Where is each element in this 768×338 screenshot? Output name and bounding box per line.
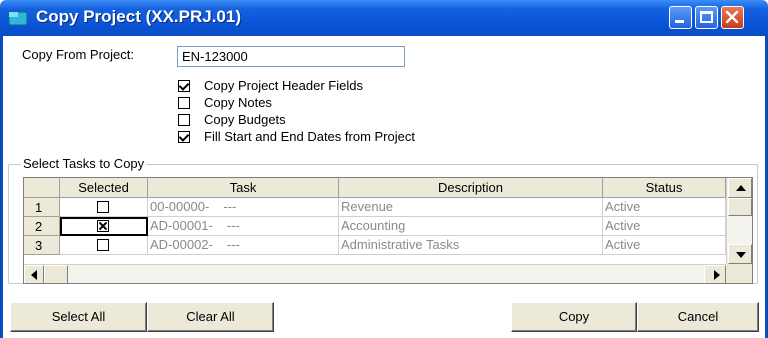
title-bar[interactable]: Copy Project (XX.PRJ.01) (0, 0, 768, 36)
select-all-button[interactable]: Select All (10, 302, 147, 332)
row-header[interactable]: 3 (24, 236, 60, 255)
fill-dates-option[interactable]: Fill Start and End Dates from Project (178, 128, 415, 145)
status-cell[interactable]: Active (603, 217, 726, 236)
row-select-checkbox[interactable] (97, 220, 109, 232)
selected-cell[interactable] (60, 236, 148, 255)
copy-from-project-input[interactable]: EN-123000 (177, 46, 405, 67)
column-header-status[interactable]: Status (603, 178, 726, 198)
task-suffix: --- (223, 199, 237, 214)
task-cell[interactable]: AD-00001- --- (148, 217, 339, 236)
column-header-selected[interactable]: Selected (60, 178, 148, 198)
vertical-scrollbar[interactable] (726, 178, 752, 264)
maximize-icon (700, 11, 713, 23)
row-select-checkbox[interactable] (97, 239, 109, 251)
task-suffix: --- (226, 237, 240, 252)
horizontal-scrollbar[interactable] (24, 264, 726, 283)
task-code: 00-00000- (150, 199, 210, 214)
task-code: AD-00002- (150, 237, 213, 252)
copy-from-label: Copy From Project: (22, 47, 134, 62)
selected-cell[interactable] (60, 217, 148, 236)
copy-notes-checkbox[interactable] (178, 96, 190, 109)
grid-corner-header (24, 178, 60, 198)
task-cell[interactable]: 00-00000- --- (148, 198, 339, 217)
fill-dates-label: Fill Start and End Dates from Project (204, 129, 415, 144)
scroll-down-button[interactable] (728, 244, 752, 264)
app-icon (8, 11, 28, 26)
maximize-button[interactable] (695, 6, 718, 29)
copy-header-fields-label: Copy Project Header Fields (204, 78, 363, 93)
cancel-button[interactable]: Cancel (637, 302, 759, 332)
copy-budgets-option[interactable]: Copy Budgets (178, 111, 286, 128)
task-suffix: --- (226, 218, 240, 233)
column-header-description[interactable]: Description (339, 178, 603, 198)
copy-budgets-checkbox[interactable] (178, 113, 190, 126)
description-cell[interactable]: Revenue (339, 198, 603, 217)
minimize-icon (675, 20, 684, 23)
copy-button[interactable]: Copy (511, 302, 637, 332)
close-icon (725, 10, 739, 24)
row-header[interactable]: 2 (24, 217, 60, 236)
horizontal-scroll-thumb[interactable] (44, 265, 68, 283)
status-cell[interactable]: Active (603, 236, 726, 255)
copy-notes-label: Copy Notes (204, 95, 272, 110)
copy-header-fields-checkbox[interactable] (178, 79, 190, 92)
scrollbar-corner (726, 264, 752, 283)
minimize-button[interactable] (669, 6, 692, 29)
row-select-checkbox[interactable] (97, 201, 109, 213)
arrow-left-icon (31, 270, 37, 280)
vertical-scroll-thumb[interactable] (728, 198, 752, 216)
task-code: AD-00001- (150, 218, 213, 233)
tasks-grid[interactable]: Selected Task Description Status 1 00-00… (23, 177, 753, 284)
fill-dates-checkbox[interactable] (178, 130, 190, 143)
window-title: Copy Project (XX.PRJ.01) (36, 7, 242, 26)
arrow-up-icon (736, 185, 746, 191)
close-button[interactable] (721, 6, 744, 29)
clear-all-button[interactable]: Clear All (147, 302, 274, 332)
description-cell[interactable]: Accounting (339, 217, 603, 236)
status-cell[interactable]: Active (603, 198, 726, 217)
scroll-up-button[interactable] (728, 178, 752, 198)
copy-project-window: Copy Project (XX.PRJ.01) Copy From Proje… (0, 0, 768, 338)
row-header[interactable]: 1 (24, 198, 60, 217)
scroll-right-button[interactable] (704, 265, 726, 283)
scroll-left-button[interactable] (24, 265, 44, 283)
select-tasks-group-title: Select Tasks to Copy (21, 156, 147, 171)
description-cell[interactable]: Administrative Tasks (339, 236, 603, 255)
copy-header-fields-option[interactable]: Copy Project Header Fields (178, 77, 363, 94)
selected-cell[interactable] (60, 198, 148, 217)
copy-budgets-label: Copy Budgets (204, 112, 286, 127)
column-header-task[interactable]: Task (148, 178, 339, 198)
arrow-right-icon (714, 270, 720, 280)
task-cell[interactable]: AD-00002- --- (148, 236, 339, 255)
arrow-down-icon (736, 252, 746, 258)
copy-notes-option[interactable]: Copy Notes (178, 94, 272, 111)
